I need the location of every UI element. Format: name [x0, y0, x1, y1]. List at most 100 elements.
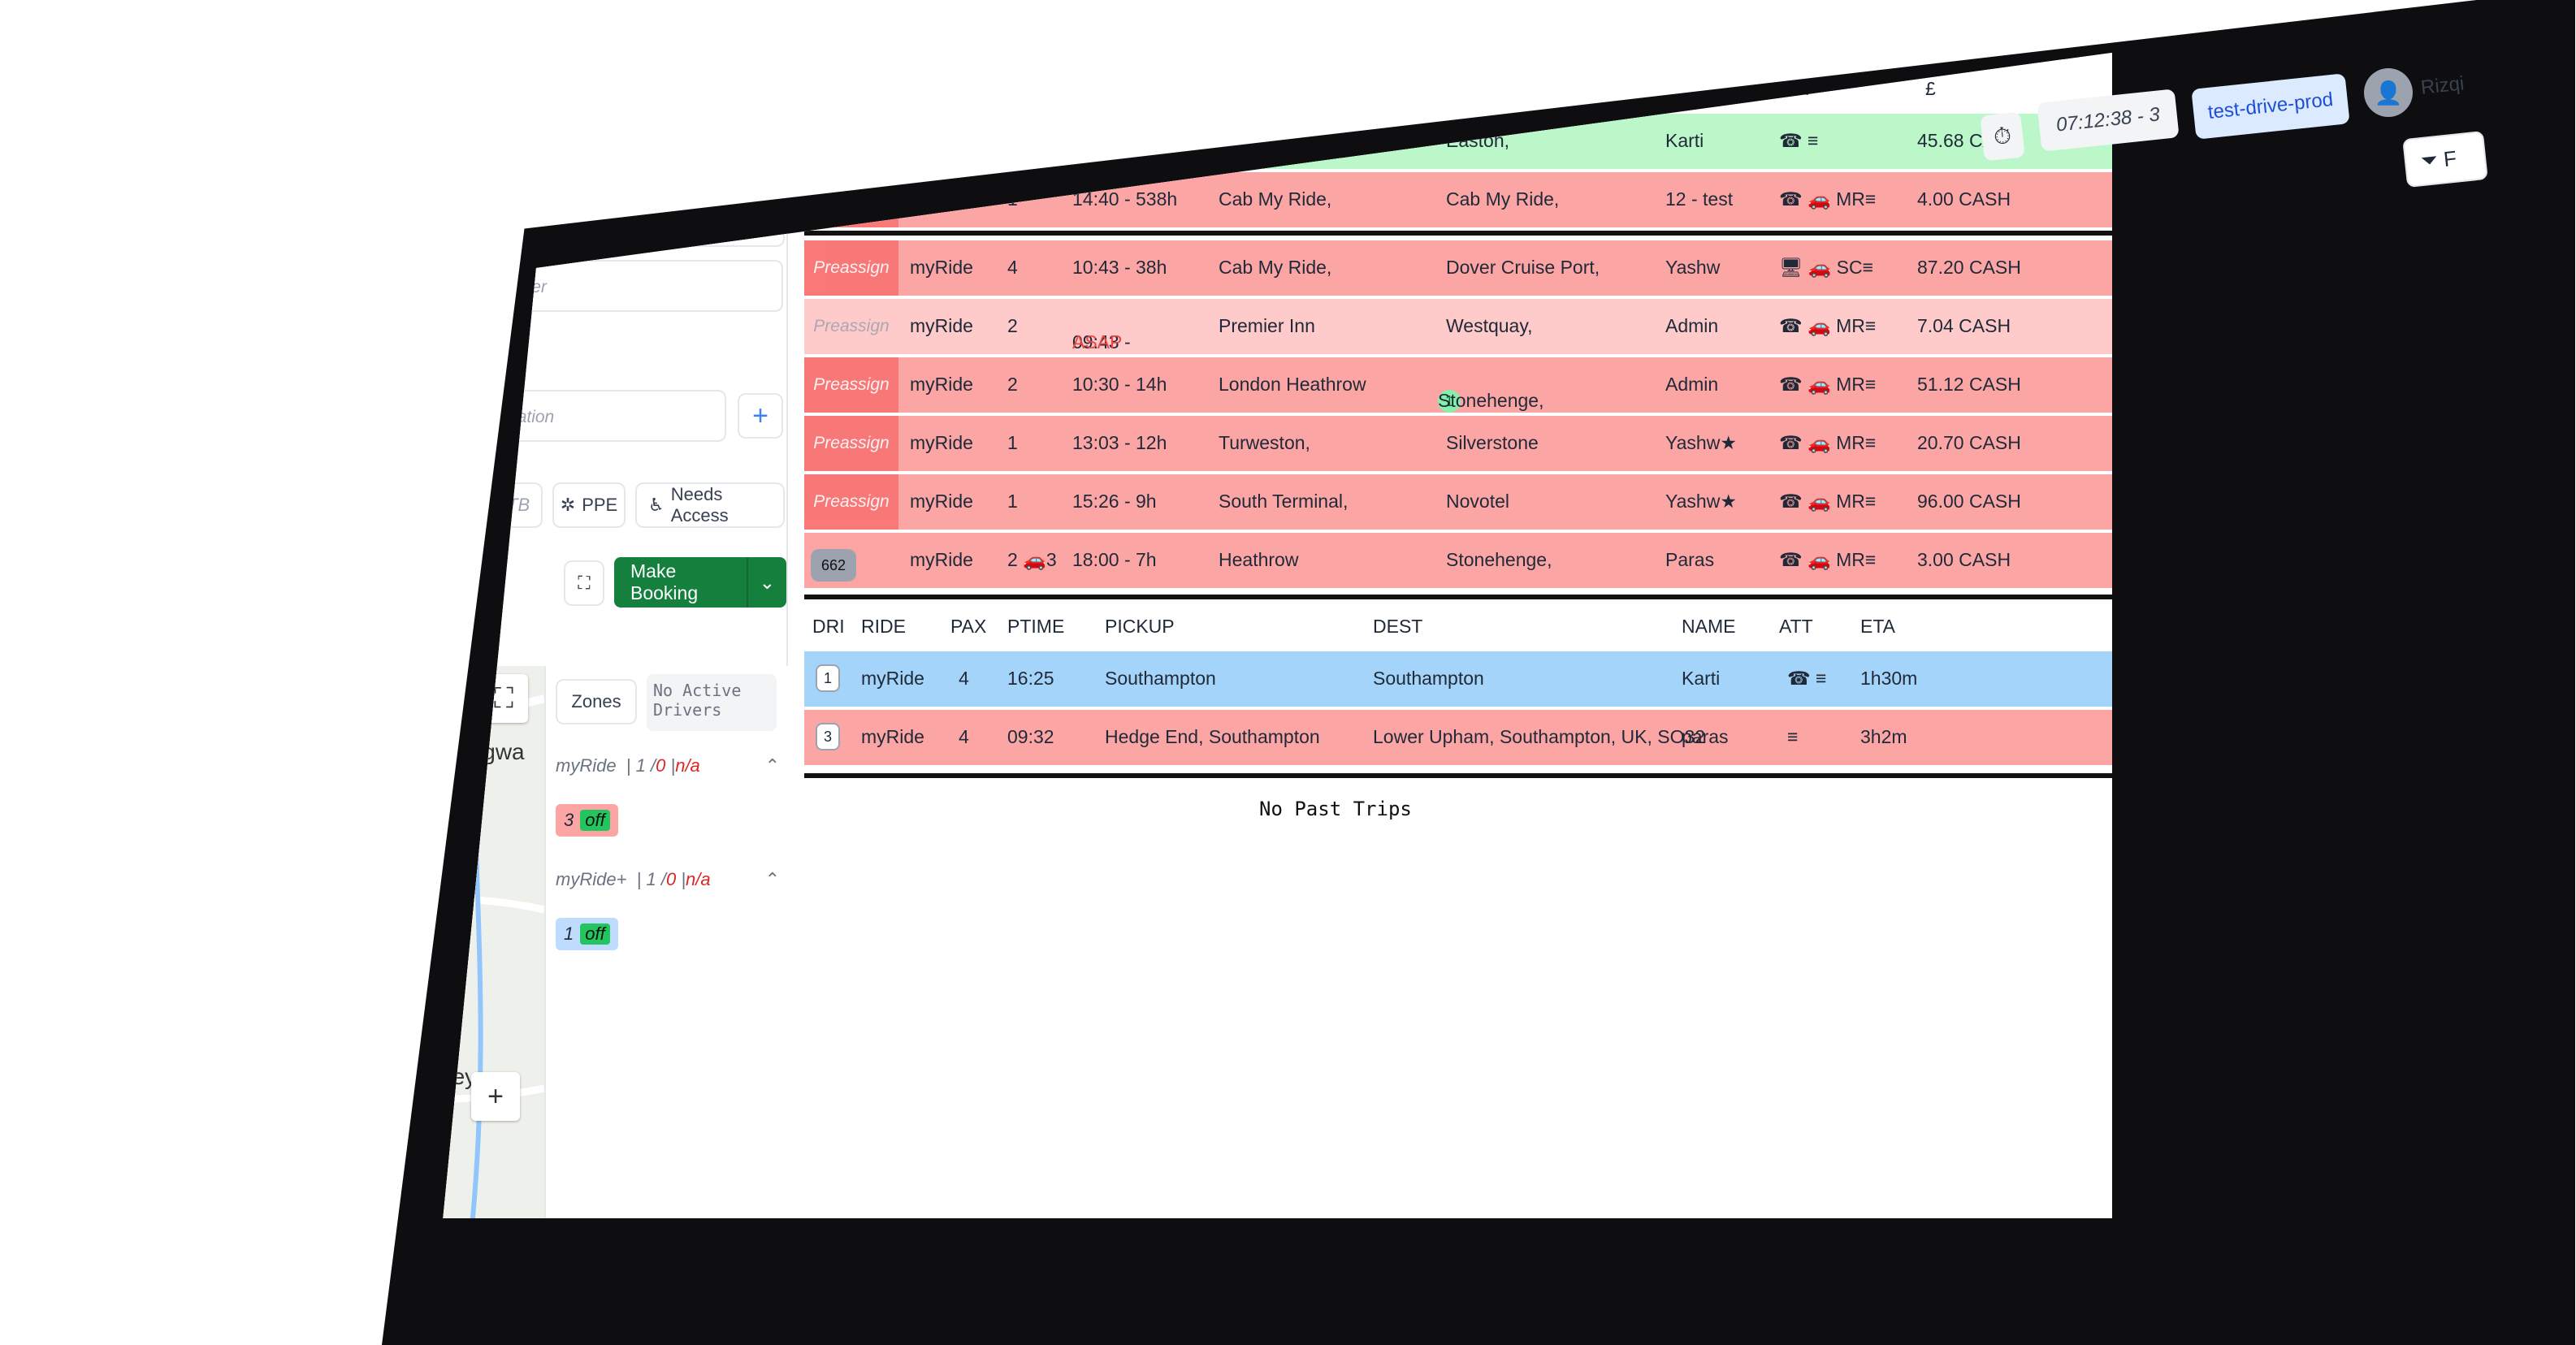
command-search[interactable]: ⌘ K: [431, 17, 482, 40]
att-cell[interactable]: ☎ 🚗 MR≡: [1779, 549, 1876, 571]
att-cell[interactable]: ☎ 🚗 MR≡: [1779, 188, 1876, 210]
zones-button[interactable]: Zones: [556, 679, 637, 724]
booking-row[interactable]: 662 myRide 2 🚗3 18:00 - 7h Heathrow Stoneheng…: [804, 533, 2112, 588]
swap-locations-button[interactable]: ⤡: [383, 393, 424, 439]
contact-input[interactable]: Contact: [431, 130, 545, 182]
booking-row[interactable]: Preassign myRide 2 10:30 - 14h London Heathr…: [804, 357, 2112, 413]
user-name[interactable]: Rizqi: [2420, 72, 2466, 99]
offline-chip[interactable]: 3 off: [556, 804, 618, 837]
needs-access-toggle[interactable]: ♿ Needs Access: [635, 482, 785, 528]
att-cell[interactable]: ☎ 🚗 MR≡: [1779, 491, 1876, 512]
driver-number[interactable]: 1: [816, 664, 840, 692]
help-icon[interactable]: ?: [1262, 31, 1288, 56]
sidebar-item-settings[interactable]: [20, 837, 69, 885]
expand-map-button[interactable]: ⛶: [564, 560, 604, 606]
booking-row[interactable]: Preassign myRide 1 15:26 - 9h South Terminal…: [804, 474, 2112, 530]
sidebar-item-users[interactable]: [20, 544, 69, 593]
status-cell[interactable]: Preassign: [804, 474, 898, 530]
ride-type-select[interactable]: Ride Type: [106, 479, 284, 531]
luggage-count-input[interactable]: 🧳 0: [431, 482, 452, 528]
current-trip-row[interactable]: 3 myRide 4 09:32 Hedge End, Southampton Lower…: [804, 710, 2112, 765]
more-options-icon[interactable]: ⋮: [754, 18, 775, 43]
time-input[interactable]: 07:06: [239, 325, 320, 377]
pickup-input[interactable]: P Pickup: [106, 390, 374, 442]
shifts-label[interactable]: Shifts: [112, 88, 153, 106]
tab-upcoming[interactable]: Upcoming 11 3 hrs: [812, 19, 1047, 67]
ride-cell: myRide: [910, 374, 973, 395]
att-cell[interactable]: ☎ 🚗 MR≡: [1779, 374, 1876, 396]
status-cell[interactable]: Preassign: [804, 240, 898, 296]
zone-count-chip[interactable]: 0 B: [122, 978, 179, 1012]
email-input[interactable]: Email: [557, 130, 728, 182]
sidebar-item-search[interactable]: 26: [20, 398, 69, 447]
driver-number[interactable]: 3: [816, 723, 840, 750]
sidebar-item-payments[interactable]: [20, 325, 69, 374]
chevron-up-icon[interactable]: ⌃: [765, 869, 780, 890]
sidebar-item-badge[interactable]: [20, 910, 69, 958]
att-cell[interactable]: ≡: [1787, 726, 1798, 748]
sidebar-item-home[interactable]: [20, 106, 69, 154]
name-input[interactable]: Name: [106, 130, 317, 182]
booking-row[interactable]: Preassign myRide 1 13:03 - 12h Turweston, Sil…: [804, 416, 2112, 471]
tab-current[interactable]: Current 2: [1068, 32, 1162, 55]
sidebar-item-contacts[interactable]: [20, 252, 69, 301]
sidebar-item-account[interactable]: [20, 690, 69, 739]
authorised-by-input[interactable]: Authorised By: [106, 260, 431, 312]
chevron-down-icon[interactable]: ⌄: [746, 557, 786, 608]
att-cell[interactable]: ☎ 🚗 MR≡: [1779, 432, 1876, 454]
status-cell[interactable]: Preassign: [804, 114, 898, 169]
zone-count-chip[interactable]: 0 E: [122, 937, 179, 971]
date-input[interactable]: 01-05-2026: [106, 325, 227, 377]
att-cell[interactable]: ☎ 🚗 MR≡: [1779, 315, 1876, 337]
offline-chip[interactable]: 1 off: [556, 918, 618, 950]
close-button[interactable]: Close: [106, 560, 179, 606]
tab-messages[interactable]: Messages: [264, 10, 374, 47]
booking-row[interactable]: Preassign myRide 4 10:43 - 38h Cab My Ride, D…: [804, 240, 2112, 296]
filter-button[interactable]: ⏷ F: [2402, 130, 2488, 188]
zone-count-chip[interactable]: 0 A: [122, 856, 179, 890]
zone-count-chip[interactable]: 0 C: [122, 775, 179, 809]
sidebar-item-reports[interactable]: [20, 763, 69, 812]
status-cell[interactable]: Preassign: [804, 357, 898, 413]
job-number-chip[interactable]: 662: [811, 549, 856, 582]
tab-history[interactable]: History: [1184, 32, 1242, 54]
zoom-in-button[interactable]: +: [471, 1072, 520, 1121]
zone-group-myride[interactable]: myRide | 1 /0 |n/a ⌃: [556, 755, 780, 776]
lead-pax-input[interactable]: Lead PAX: [106, 195, 260, 247]
tab-good-morning[interactable]: Good Morning: [106, 10, 248, 47]
current-trip-row[interactable]: 1 myRide 4 16:25 Southampton Southampton Karti…: [804, 651, 2112, 707]
po-number-input[interactable]: PO Number: [442, 260, 783, 312]
sidebar-item-alerts[interactable]: [20, 471, 69, 520]
att-cell[interactable]: ☎ ≡: [1779, 130, 1818, 152]
dest-cell: Novotel: [1446, 491, 1509, 512]
chevron-up-icon[interactable]: ⌃: [765, 755, 780, 776]
map-label-wo: wo: [96, 788, 125, 813]
brand-logo[interactable]: myride technology: [15, 21, 76, 86]
map-marker[interactable]: 1: [333, 1064, 354, 1088]
zone-count-chip[interactable]: 1 L: [122, 897, 179, 931]
avatar[interactable]: 👤: [2364, 68, 2413, 117]
refresh-button[interactable]: ⟳: [1787, 2, 1828, 42]
destination-input[interactable]: DDestination: [434, 390, 726, 442]
booking-row[interactable]: Preassign myRide 2 09:43 - ASAP Premier Inn W…: [804, 299, 2112, 354]
ppe-toggle[interactable]: ✲ PPE: [552, 482, 626, 528]
sidebar-item-calendar[interactable]: [20, 617, 69, 666]
hours-window-input[interactable]: 3 hrs: [958, 23, 1031, 63]
zone-count-chip[interactable]: 2: [122, 1018, 179, 1053]
status-cell[interactable]: Preassign: [804, 299, 898, 354]
att-cell[interactable]: ☎ ≡: [1787, 668, 1826, 690]
timer-button[interactable]: ⏱: [1980, 111, 2025, 162]
sidebar-item-menu[interactable]: [20, 179, 69, 227]
status-cell[interactable]: Preassign: [804, 416, 898, 471]
add-via-button[interactable]: +: [738, 393, 783, 439]
booking-search-input[interactable]: ⌕ Search for a booking: [1308, 33, 1487, 54]
att-cell[interactable]: 🖥 🚗 SC≡: [1779, 257, 1873, 279]
zone-count-chip[interactable]: 1 P: [122, 815, 179, 850]
make-booking-button[interactable]: Make Booking ⌄: [614, 557, 786, 608]
price-cell: 3.00 CASH: [1917, 549, 2011, 570]
zone-count-chip[interactable]: 0: [122, 734, 179, 768]
zone-group-myride-plus[interactable]: myRide+ | 1 /0 |n/a ⌃: [556, 869, 780, 890]
contact-no-input[interactable]: Contact No.: [431, 195, 434, 247]
customer-lookup-button[interactable]: 👤: [739, 133, 785, 179]
pax-count-input[interactable]: 👤 4: [296, 482, 369, 528]
